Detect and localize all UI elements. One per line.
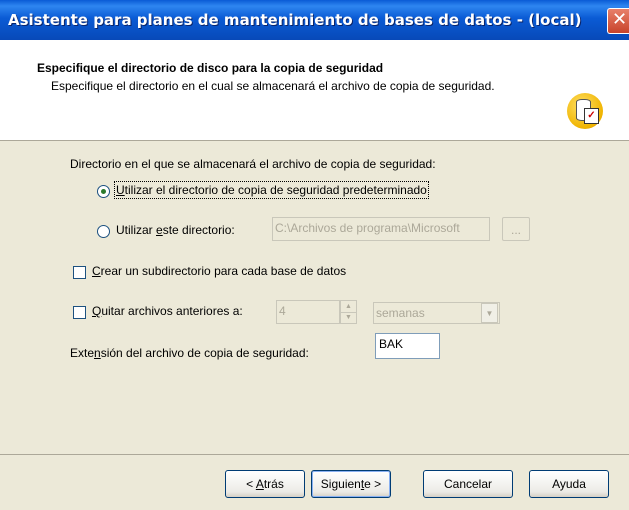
extension-input[interactable]: BAK xyxy=(375,333,440,359)
extension-label: Extensión del archivo de copia de seguri… xyxy=(70,346,309,360)
create-subdirectory-checkbox[interactable] xyxy=(73,266,86,279)
title-bar: Asistente para planes de mantenimiento d… xyxy=(0,0,629,40)
remove-old-files-label[interactable]: Quitar archivos anteriores a: xyxy=(92,304,243,318)
remove-unit-value: semanas xyxy=(376,306,425,320)
custom-directory-input[interactable]: C:\Archivos de programa\Microsoft xyxy=(272,217,490,241)
next-button[interactable]: Siguiente > xyxy=(311,470,391,498)
close-button[interactable]: ✕ xyxy=(607,8,629,34)
database-backup-icon: ✓ xyxy=(567,93,603,129)
directory-label: Directorio en el que se almacenará el ar… xyxy=(70,157,436,171)
cancel-button[interactable]: Cancelar xyxy=(423,470,513,498)
help-button[interactable]: Ayuda xyxy=(529,470,609,498)
custom-directory-radio[interactable] xyxy=(97,225,110,238)
custom-directory-label[interactable]: Utilizar este directorio: xyxy=(116,223,235,237)
spin-down-icon[interactable]: ▼ xyxy=(341,312,356,323)
remove-old-files-checkbox[interactable] xyxy=(73,306,86,319)
back-button[interactable]: < Atrás xyxy=(225,470,305,498)
remove-amount-input[interactable]: 4 xyxy=(276,300,340,324)
chevron-down-icon[interactable]: ▼ xyxy=(481,303,498,323)
browse-button[interactable]: ... xyxy=(502,217,530,241)
default-directory-radio[interactable] xyxy=(97,185,110,198)
default-directory-label[interactable]: Utilizar el directorio de copia de segur… xyxy=(114,181,429,199)
page-description: Especifique el directorio en el cual se … xyxy=(51,79,495,93)
wizard-header: Especifique el directorio de disco para … xyxy=(0,40,629,141)
close-icon: ✕ xyxy=(612,9,628,30)
page-title: Especifique el directorio de disco para … xyxy=(37,61,384,75)
window-title: Asistente para planes de mantenimiento d… xyxy=(8,11,582,29)
remove-amount-spinner[interactable]: ▲ ▼ xyxy=(340,300,357,324)
create-subdirectory-label[interactable]: Crear un subdirectorio para cada base de… xyxy=(92,264,346,278)
footer-divider xyxy=(0,454,629,455)
